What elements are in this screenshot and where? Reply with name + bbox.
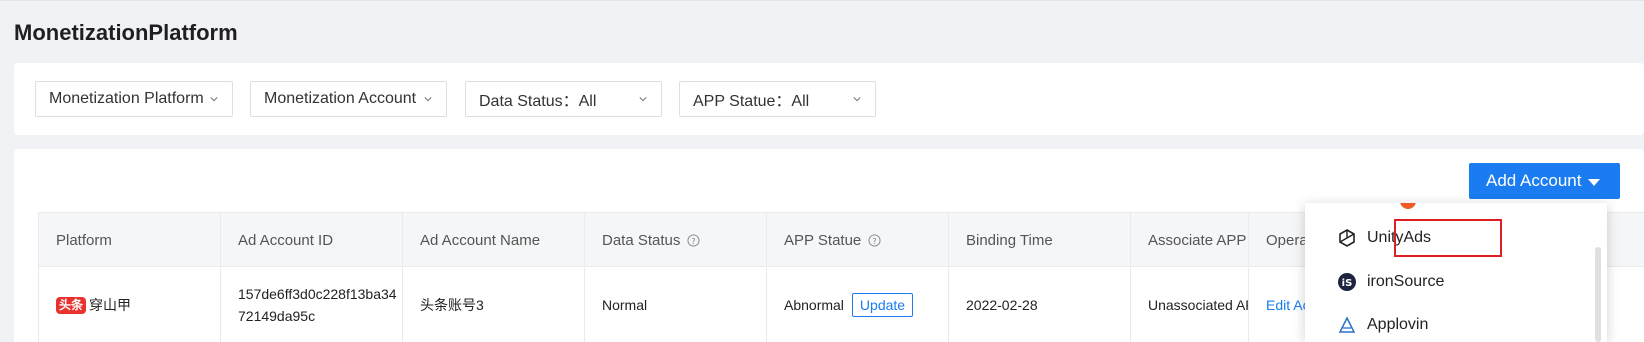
- add-account-button-label: Add Account: [1486, 171, 1582, 190]
- app-statue-select-label: APP Statue：All: [693, 93, 810, 110]
- header-app-statue-label: APP Statue: [784, 231, 862, 249]
- question-circle-icon[interactable]: ?: [868, 233, 881, 247]
- platform-logo-icon[interactable]: [1400, 203, 1416, 209]
- highlight-box: [1394, 219, 1502, 257]
- cell-associate-app: Unassociated APP: [1131, 268, 1249, 342]
- dropdown-scrollbar[interactable]: [1595, 247, 1601, 342]
- cell-ad-account-name: 头条账号3: [403, 268, 585, 342]
- account-id-line1: 157de6ff3d0c228f13ba34: [238, 286, 397, 302]
- monetization-account-select-label: Monetization Account: [264, 90, 417, 107]
- chevron-down-icon: [639, 97, 647, 102]
- toutiao-logo-icon: 头条: [56, 296, 87, 314]
- platform-name: 穿山甲: [89, 297, 132, 313]
- applovin-icon: [1338, 316, 1356, 333]
- add-account-dropdown: UnityAds iS ironSource Applovin: [1305, 203, 1607, 342]
- header-binding-time: Binding Time: [949, 213, 1131, 267]
- chevron-down-icon: [210, 97, 218, 102]
- add-account-button[interactable]: Add Account: [1469, 163, 1620, 199]
- top-divider: [0, 0, 1644, 1]
- chevron-down-icon: [853, 97, 861, 102]
- dropdown-item-label: Applovin: [1367, 316, 1429, 333]
- dropdown-item-applovin[interactable]: Applovin: [1305, 303, 1607, 342]
- monetization-platform-select[interactable]: Monetization Platform: [35, 81, 233, 117]
- unity-icon: [1339, 229, 1355, 247]
- header-data-status-label: Data Status: [602, 231, 681, 249]
- cell-binding-time: 2022-02-28: [949, 268, 1131, 342]
- cell-app-statue: Abnormal Update: [767, 268, 949, 342]
- header-ad-account-name: Ad Account Name: [403, 213, 585, 267]
- filter-bar: Monetization Platform Monetization Accou…: [14, 63, 1644, 135]
- monetization-account-select[interactable]: Monetization Account: [250, 81, 447, 117]
- app-statue-select[interactable]: APP Statue：All: [679, 81, 876, 117]
- header-data-status: Data Status ?: [585, 213, 767, 267]
- monetization-platform-select-label: Monetization Platform: [49, 90, 204, 107]
- ironsource-icon: iS: [1338, 273, 1356, 291]
- svg-text:iS: iS: [1342, 278, 1353, 289]
- page-title: MonetizationPlatform: [14, 20, 238, 45]
- account-id-line2: 72149da95c: [238, 308, 316, 324]
- header-app-statue: APP Statue ?: [767, 213, 949, 267]
- cell-data-status: Normal: [585, 268, 767, 342]
- dropdown-item-ironsource[interactable]: iS ironSource: [1305, 260, 1607, 304]
- caret-down-icon: [1588, 179, 1600, 186]
- update-button[interactable]: Update: [851, 293, 914, 317]
- svg-text:?: ?: [873, 235, 877, 245]
- data-status-select-label: Data Status：All: [479, 93, 597, 110]
- data-status-select[interactable]: Data Status：All: [465, 81, 662, 117]
- dropdown-item-label: ironSource: [1367, 273, 1445, 290]
- header-platform: Platform: [39, 213, 221, 267]
- app-statue-value: Abnormal: [784, 297, 844, 313]
- cell-platform: 头条 穿山甲: [39, 268, 221, 342]
- header-associate-app: Associate APP: [1131, 213, 1249, 267]
- cell-ad-account-id: 157de6ff3d0c228f13ba34 72149da95c: [221, 268, 403, 342]
- svg-text:?: ?: [692, 235, 696, 245]
- header-ad-account-id: Ad Account ID: [221, 213, 403, 267]
- question-circle-icon[interactable]: ?: [687, 233, 700, 247]
- chevron-down-icon: [424, 97, 432, 102]
